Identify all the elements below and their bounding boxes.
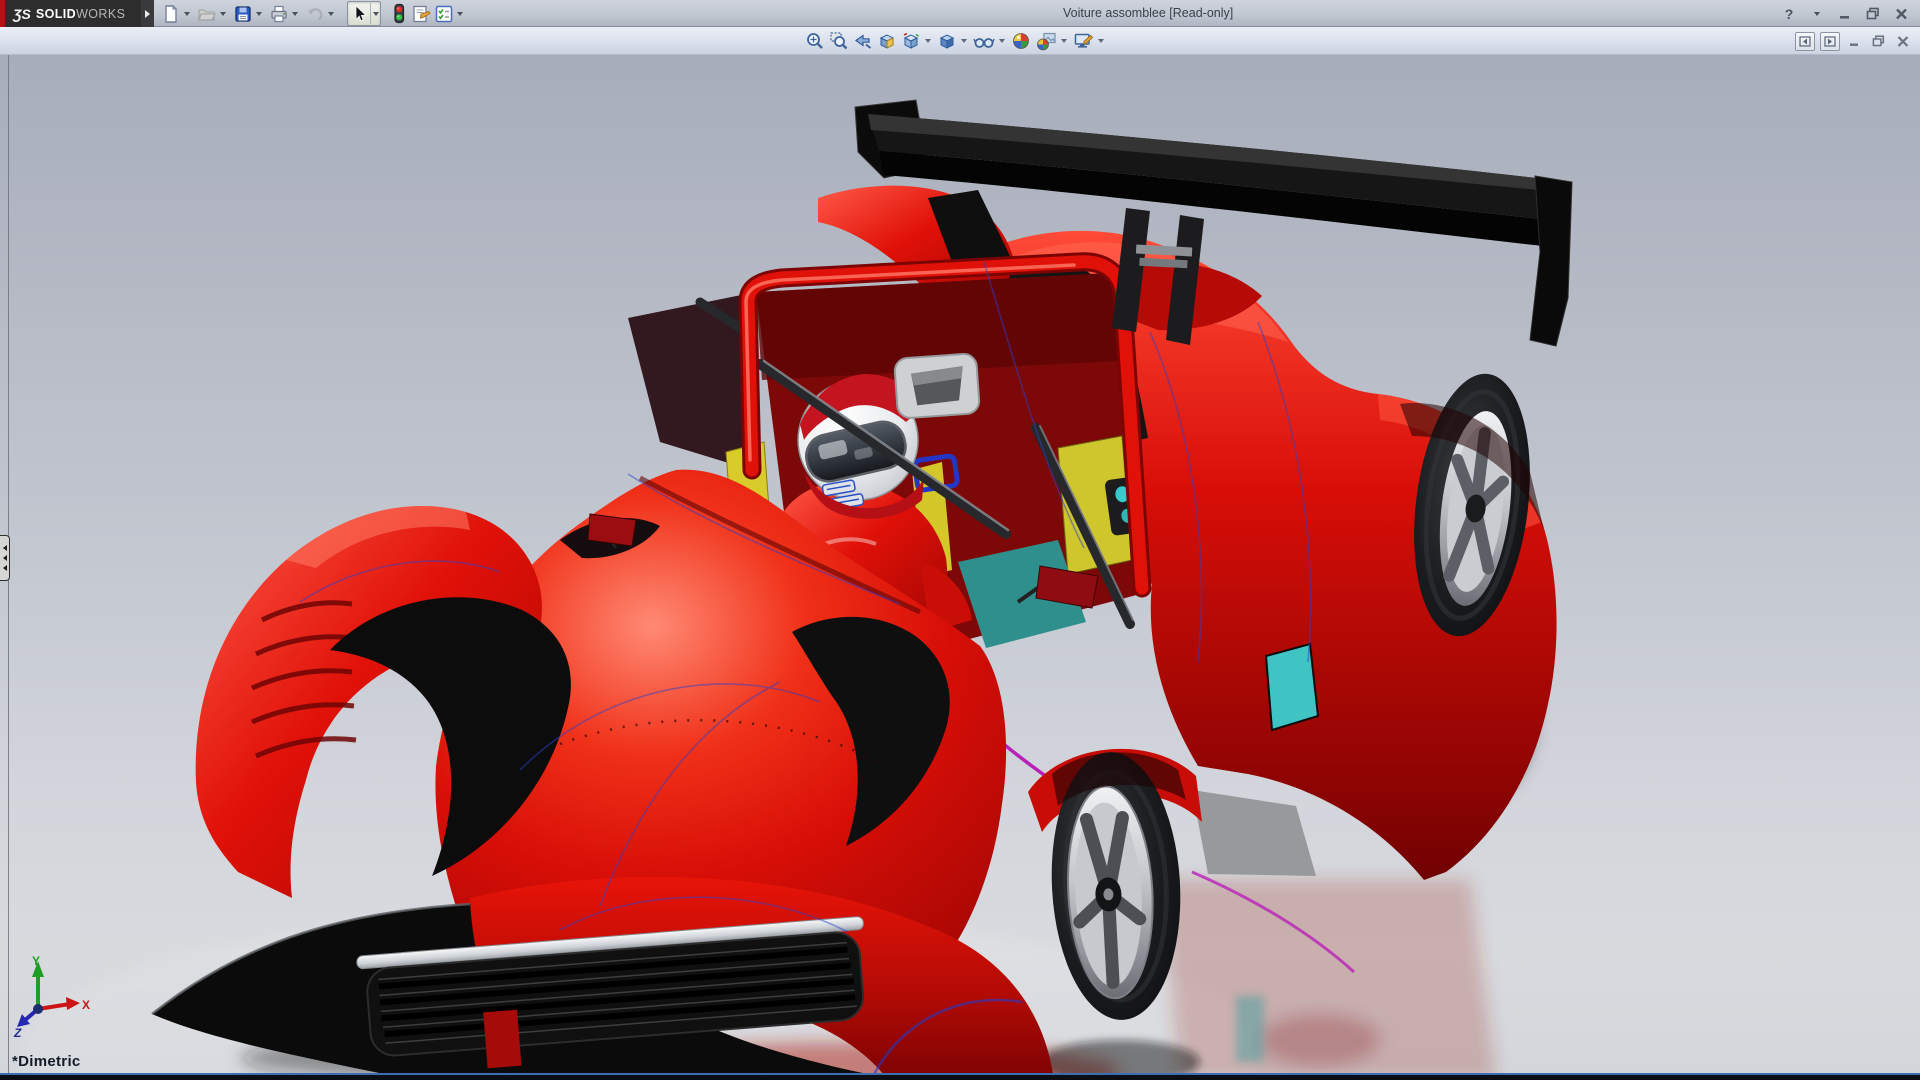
save-button[interactable] xyxy=(232,3,254,24)
display-style-cube-icon xyxy=(937,31,957,51)
view-orientation-label: *Dimetric xyxy=(12,1053,81,1070)
side-panel-gray xyxy=(1192,790,1316,876)
solidworks-glyph: ƷS xyxy=(13,6,31,22)
hide-show-items-button[interactable] xyxy=(971,30,997,52)
minimize-button[interactable] xyxy=(1834,4,1856,24)
collapse-pane-right-button[interactable] xyxy=(1820,32,1840,51)
doc-restore-button[interactable] xyxy=(1869,32,1888,50)
rebuild-traffic-light-icon xyxy=(389,3,409,24)
save-dropdown[interactable] xyxy=(254,3,263,24)
view-orientation-cube-icon xyxy=(901,31,921,51)
help-dropdown[interactable] xyxy=(1806,4,1828,24)
collapse-arrow-icon xyxy=(3,545,7,551)
headsup-view-toolbar xyxy=(803,29,1108,53)
new-document-dropdown[interactable] xyxy=(182,3,191,24)
hide-show-items-dropdown[interactable] xyxy=(997,30,1007,52)
brand-text-light: WORKS xyxy=(76,7,125,21)
solidworks-window: Y X Z *Dimetric ƷS SOLID WORKS xyxy=(0,0,1920,1080)
new-document-button[interactable] xyxy=(160,3,182,24)
open-folder-icon xyxy=(197,4,217,24)
doc-minimize-icon xyxy=(1849,36,1860,47)
taskbar-edge xyxy=(0,1073,1920,1080)
undo-dropdown[interactable] xyxy=(326,3,335,24)
select-cursor-icon xyxy=(348,3,370,24)
minimize-icon xyxy=(1839,8,1851,20)
menu-row xyxy=(0,27,1920,55)
view-settings-dropdown[interactable] xyxy=(1096,30,1106,52)
window-controls: ? xyxy=(1778,0,1912,27)
view-settings-button[interactable] xyxy=(1071,30,1096,52)
collapse-arrow-icon xyxy=(3,565,7,571)
select-tool-button[interactable] xyxy=(347,1,381,26)
new-document-icon xyxy=(161,4,181,24)
collapse-pane-left-button[interactable] xyxy=(1795,32,1815,51)
side-window-teal xyxy=(1266,644,1318,730)
eyeglasses-icon xyxy=(973,31,995,51)
car-model[interactable] xyxy=(0,0,1920,1080)
rebuild-button[interactable] xyxy=(388,3,410,24)
undo-icon xyxy=(305,4,325,24)
view-orientation-button[interactable] xyxy=(899,30,923,52)
options-button[interactable] xyxy=(433,3,455,24)
print-button[interactable] xyxy=(268,3,290,24)
doc-close-button[interactable] xyxy=(1893,32,1912,50)
save-icon xyxy=(233,4,253,24)
titlebar: ƷS SOLID WORKS xyxy=(0,0,1920,27)
view-orientation-dropdown[interactable] xyxy=(923,30,933,52)
open-button[interactable] xyxy=(196,3,218,24)
apply-scene-icon xyxy=(1035,31,1057,51)
file-properties-icon xyxy=(411,4,432,24)
zoom-to-area-icon xyxy=(829,31,849,51)
options-dropdown[interactable] xyxy=(455,3,464,24)
solidworks-logo: ƷS SOLID WORKS xyxy=(5,0,141,27)
pane-left-icon xyxy=(1799,36,1811,47)
menu-flyout-arrow[interactable] xyxy=(141,0,154,27)
close-button[interactable] xyxy=(1890,4,1912,24)
options-checklist-icon xyxy=(434,4,454,24)
section-view-icon xyxy=(877,31,897,51)
appearance-ball-icon xyxy=(1011,31,1031,51)
main-toolbar xyxy=(160,2,469,25)
z-axis-label: Z xyxy=(13,1026,22,1039)
edit-appearance-button[interactable] xyxy=(1009,30,1033,52)
restore-button[interactable] xyxy=(1862,4,1884,24)
file-properties-button[interactable] xyxy=(410,3,433,24)
undo-button[interactable] xyxy=(304,3,326,24)
close-icon xyxy=(1895,8,1908,20)
flyout-arrow-icon xyxy=(145,10,150,18)
x-axis-label: X xyxy=(82,998,90,1012)
print-icon xyxy=(269,4,289,24)
doc-restore-icon xyxy=(1872,35,1885,47)
previous-view-button[interactable] xyxy=(851,30,875,52)
orientation-triad: Y X Z xyxy=(12,953,98,1039)
doc-minimize-button[interactable] xyxy=(1845,32,1864,50)
intake-box xyxy=(894,353,980,419)
document-window-controls xyxy=(1795,30,1912,52)
restore-icon xyxy=(1866,7,1880,20)
select-tool-dropdown[interactable] xyxy=(370,3,380,24)
brand-text-bold: SOLID xyxy=(36,7,76,21)
help-button[interactable]: ? xyxy=(1778,4,1800,24)
doc-close-icon xyxy=(1897,36,1909,47)
display-style-dropdown[interactable] xyxy=(959,30,969,52)
windscreen xyxy=(628,292,758,472)
pane-right-icon xyxy=(1824,36,1836,47)
open-dropdown[interactable] xyxy=(218,3,227,24)
zoom-to-fit-button[interactable] xyxy=(803,30,827,52)
section-view-button[interactable] xyxy=(875,30,899,52)
apply-scene-button[interactable] xyxy=(1033,30,1059,52)
previous-view-icon xyxy=(853,31,873,51)
zoom-to-area-button[interactable] xyxy=(827,30,851,52)
view-settings-icon xyxy=(1073,31,1094,51)
print-dropdown[interactable] xyxy=(290,3,299,24)
window-title: Voiture assomblee [Read-only] xyxy=(1063,6,1233,20)
display-style-button[interactable] xyxy=(935,30,959,52)
apply-scene-dropdown[interactable] xyxy=(1059,30,1069,52)
zoom-to-fit-icon xyxy=(805,31,825,51)
y-axis-label: Y xyxy=(32,954,40,968)
feature-pane-collapse-tab[interactable] xyxy=(0,535,10,581)
viewport-3d[interactable]: Y X Z *Dimetric xyxy=(0,55,1920,1073)
collapse-arrow-icon xyxy=(3,555,7,561)
